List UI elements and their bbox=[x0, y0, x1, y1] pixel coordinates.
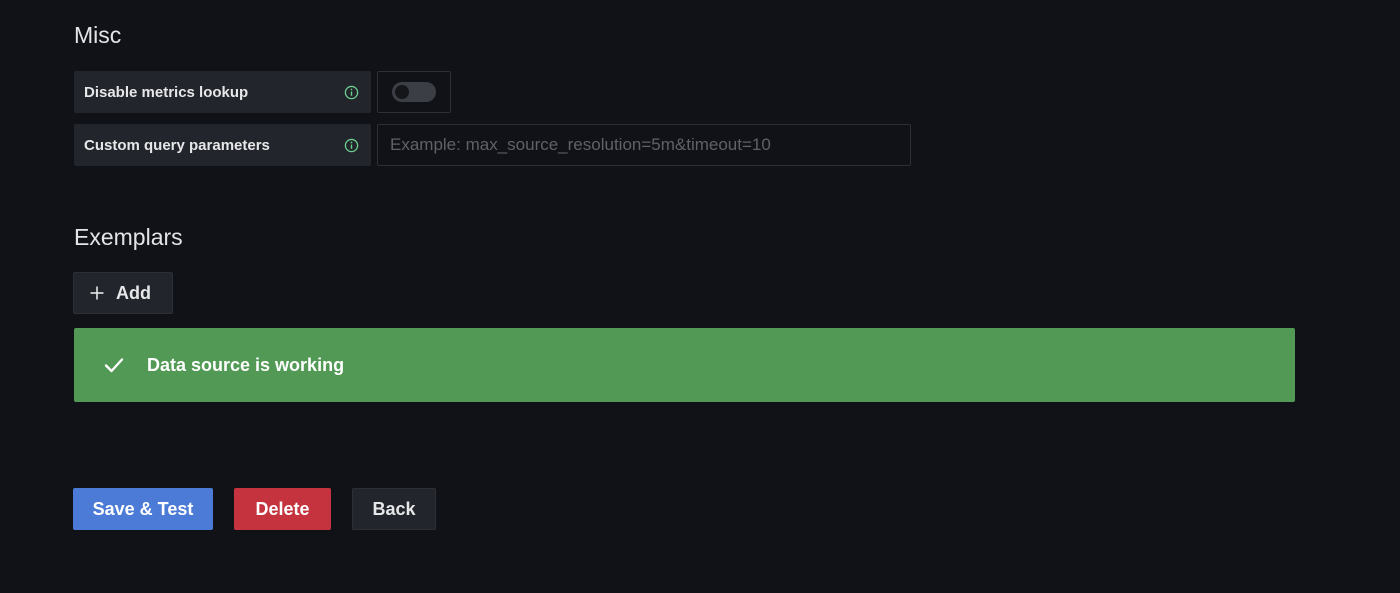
disable-metrics-lookup-row: Disable metrics lookup bbox=[74, 71, 451, 113]
add-exemplar-button[interactable]: Add bbox=[73, 272, 173, 314]
custom-query-parameters-label: Custom query parameters bbox=[74, 124, 371, 166]
add-exemplar-label: Add bbox=[116, 282, 151, 303]
datasource-settings-page: Misc Disable metrics lookup Custom query… bbox=[0, 0, 1400, 593]
disable-metrics-lookup-label: Disable metrics lookup bbox=[74, 71, 371, 113]
success-alert: Data source is working bbox=[74, 328, 1295, 402]
disable-metrics-lookup-label-text: Disable metrics lookup bbox=[84, 83, 249, 101]
back-button[interactable]: Back bbox=[352, 488, 436, 530]
custom-query-parameters-label-text: Custom query parameters bbox=[84, 136, 270, 154]
misc-section-title: Misc bbox=[74, 22, 122, 48]
alert-message: Data source is working bbox=[147, 354, 345, 375]
exemplars-section-title: Exemplars bbox=[74, 224, 183, 250]
plus-icon bbox=[90, 286, 104, 300]
disable-metrics-lookup-toggle-container bbox=[377, 71, 451, 113]
save-test-button[interactable]: Save & Test bbox=[73, 488, 213, 530]
custom-query-parameters-row: Custom query parameters bbox=[74, 124, 911, 166]
delete-button[interactable]: Delete bbox=[234, 488, 331, 530]
custom-query-parameters-input[interactable] bbox=[377, 124, 911, 166]
toggle-knob bbox=[395, 85, 409, 99]
check-icon bbox=[104, 355, 124, 375]
info-circle-icon[interactable] bbox=[344, 138, 359, 153]
info-circle-icon[interactable] bbox=[344, 85, 359, 100]
disable-metrics-lookup-toggle[interactable] bbox=[392, 82, 436, 102]
